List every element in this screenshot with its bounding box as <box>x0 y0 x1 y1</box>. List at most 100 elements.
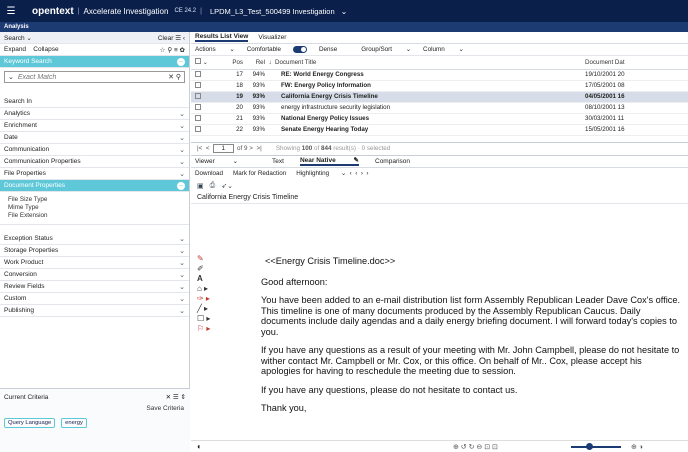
facet-storage-properties[interactable]: Storage Properties ⌄ <box>0 245 189 257</box>
half-circle-icon[interactable]: ◐ <box>197 442 202 451</box>
row-checkbox[interactable] <box>191 80 221 92</box>
keyword-search-section[interactable]: Keyword Search – <box>0 56 189 68</box>
rectangle-icon[interactable]: ☐ ▸ <box>197 314 215 324</box>
table-row[interactable]: 21 93% National Energy Policy Issues 30/… <box>191 113 688 125</box>
column-pos[interactable]: Pos <box>221 56 243 70</box>
sort-arrow-icon[interactable]: ↓ <box>265 56 275 70</box>
page-number-input[interactable]: 1 <box>212 144 235 153</box>
comfortable-option[interactable]: Comfortable <box>247 46 281 53</box>
mark-for-redaction-button[interactable]: Mark for Redaction <box>233 170 286 177</box>
criteria-chip-energy[interactable]: energy <box>61 418 87 428</box>
row-title[interactable]: RE: World Energy Congress <box>275 69 585 81</box>
case-breadcrumb[interactable]: LPDM_L3_Test_500499 Investigation <box>210 7 335 16</box>
facet-date[interactable]: Date ⌄ <box>0 132 189 144</box>
doc-prop-item[interactable]: Mime Type <box>8 204 181 212</box>
last-page-icon[interactable]: >| <box>256 145 261 152</box>
facet-document-properties[interactable]: Document Properties – <box>0 180 189 192</box>
facet-file-properties[interactable]: File Properties ⌄ <box>0 168 189 180</box>
toggle-switch[interactable] <box>293 45 307 53</box>
search-dropdown[interactable]: Search ⌄ <box>4 34 32 42</box>
table-row-selected[interactable]: 19 93% California Energy Crisis Timeline… <box>191 91 688 103</box>
close-icon[interactable]: ✕ <box>166 394 171 401</box>
facet-publishing[interactable]: Publishing ⌄ <box>0 305 189 317</box>
collapse-link[interactable]: Collapse <box>33 46 58 53</box>
column-document-title[interactable]: Document Title <box>275 56 585 70</box>
clear-search-icon[interactable]: ✕ ⚲ <box>168 73 181 81</box>
shape-icon[interactable]: ⌂ ▸ <box>197 284 215 294</box>
table-row[interactable]: 20 93% energy infrastructure security le… <box>191 102 688 114</box>
facet-communication[interactable]: Communication ⌄ <box>0 144 189 156</box>
row-checkbox[interactable] <box>191 102 221 114</box>
star-icon[interactable]: ☆ <box>160 47 166 54</box>
search-in-row[interactable]: Search In <box>0 96 189 108</box>
row-title[interactable]: National Energy Policy Issues <box>275 113 585 125</box>
row-title[interactable]: FW: Energy Policy Information <box>275 80 585 92</box>
facet-enrichment[interactable]: Enrichment ⌄ <box>0 120 189 132</box>
select-all-checkbox[interactable]: ⌄ <box>191 56 221 70</box>
viewer-dropdown[interactable]: Viewer ⌄ <box>195 157 238 165</box>
next-page-icon[interactable]: > <box>249 145 253 152</box>
table-row[interactable]: 22 93% Senate Energy Hearing Today 15/05… <box>191 124 688 136</box>
facet-review-fields[interactable]: Review Fields ⌄ <box>0 281 189 293</box>
column-rel[interactable]: Rel <box>243 56 265 70</box>
doc-prop-item[interactable]: File Extension <box>8 212 181 220</box>
collapse-panel-icon[interactable]: ‹ <box>183 35 185 42</box>
density-toggle[interactable]: Dense <box>293 45 349 53</box>
collapse-section-icon[interactable]: – <box>177 57 185 66</box>
column-document-date[interactable]: Document Dat <box>585 56 688 70</box>
text-icon[interactable]: A <box>197 274 215 284</box>
highlighting-menu[interactable]: Highlighting ⌄ ‹ ‹ › › <box>296 170 368 177</box>
pen-icon[interactable]: ✎ <box>197 254 215 264</box>
scroll-arrows-icon[interactable]: ⇕ <box>181 394 186 401</box>
chevron-down-icon[interactable]: ⌄ <box>8 73 14 81</box>
row-title[interactable]: California Energy Crisis Timeline <box>275 91 585 103</box>
settings-icon[interactable]: ✿ <box>180 47 185 54</box>
actions-menu[interactable]: Actions ⌄ <box>195 46 235 53</box>
group-sort-menu[interactable]: Group/Sort ⌄ <box>361 46 411 53</box>
pointer-icon[interactable]: ➶⌄ <box>221 182 233 190</box>
row-title[interactable]: energy infrastructure security legislati… <box>275 102 585 114</box>
prev-page-icon[interactable]: < <box>206 145 210 152</box>
facet-work-product[interactable]: Work Product ⌄ <box>0 257 189 269</box>
save-criteria-link[interactable]: Save Criteria <box>0 405 190 412</box>
table-row[interactable]: 18 93% FW: Energy Policy Information 17/… <box>191 80 688 92</box>
facet-exception-status[interactable]: Exception Status ⌄ <box>0 233 189 245</box>
hamburger-menu-icon[interactable]: ☰ <box>0 0 22 22</box>
first-page-icon[interactable]: |< <box>197 145 202 152</box>
exact-match-input[interactable]: ⌄ Exact Match ✕ ⚲ <box>4 71 185 83</box>
list-menu-icon[interactable]: ☰ <box>173 394 179 401</box>
expand-link[interactable]: Expand <box>4 46 26 53</box>
facet-conversion[interactable]: Conversion ⌄ <box>0 269 189 281</box>
row-checkbox[interactable] <box>191 91 221 103</box>
fit-tools-icon[interactable]: ⊕ ◑ <box>631 443 643 451</box>
line-icon[interactable]: ╱ ▸ <box>197 304 215 314</box>
chevron-down-icon[interactable]: ⌄ <box>341 7 348 16</box>
highlighter-icon[interactable]: ✑ ▸ <box>197 294 215 304</box>
collapse-section-icon[interactable]: – <box>177 181 185 190</box>
row-checkbox[interactable] <box>191 69 221 81</box>
pencil-icon[interactable]: ✐ <box>197 264 215 274</box>
print-icon[interactable]: ⎙ <box>210 182 216 190</box>
tab-visualizer[interactable]: Visualizer <box>258 34 286 41</box>
stamp-icon[interactable]: ⚐ ▸ <box>197 324 215 334</box>
tab-results-list-view[interactable]: Results List View <box>195 33 249 42</box>
row-checkbox[interactable] <box>191 113 221 125</box>
link-icon[interactable]: ⚲ <box>167 47 172 54</box>
zoom-slider[interactable] <box>571 446 621 448</box>
criteria-chip-query-language[interactable]: Query Language <box>4 418 56 428</box>
zoom-tools-icon[interactable]: ⊕ ↺ ↻ ⊖ ⊡ ⊡ <box>453 443 498 451</box>
download-button[interactable]: Download <box>195 170 223 177</box>
tab-text[interactable]: Text <box>272 158 284 165</box>
zoom-slider-handle[interactable] <box>586 443 593 450</box>
facet-custom[interactable]: Custom ⌄ <box>0 293 189 305</box>
facet-analytics[interactable]: Analytics ⌄ <box>0 108 189 120</box>
facet-communication-properties[interactable]: Communication Properties ⌄ <box>0 156 189 168</box>
image-icon[interactable]: ▣ <box>197 182 204 190</box>
tab-comparison[interactable]: Comparison <box>375 158 410 165</box>
clear-button[interactable]: Clear <box>158 35 174 42</box>
row-checkbox[interactable] <box>191 124 221 136</box>
doc-prop-item[interactable]: File Size Type <box>8 196 181 204</box>
list-menu-icon[interactable]: ☰ <box>175 35 181 42</box>
tab-near-native[interactable]: Near Native ✎ <box>299 156 359 166</box>
filter-icon[interactable]: ≡ <box>174 47 178 54</box>
